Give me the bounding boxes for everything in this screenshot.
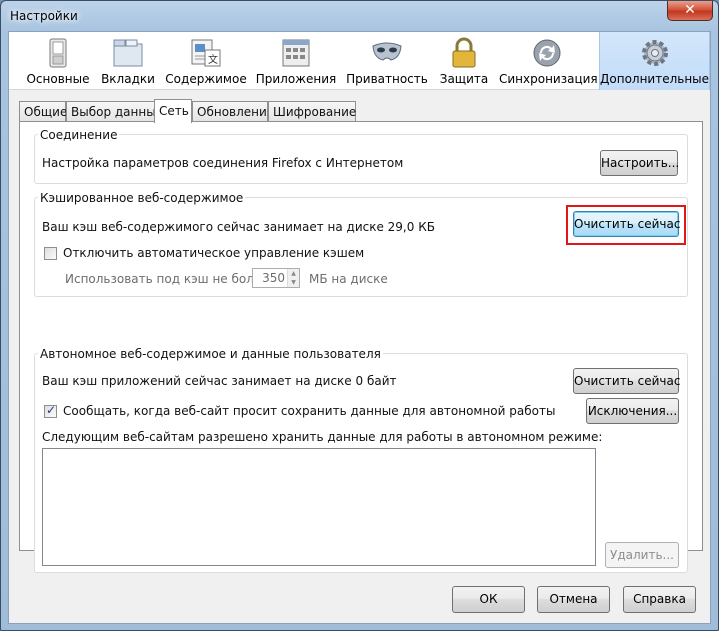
- sync-icon: [533, 39, 561, 67]
- cancel-button[interactable]: Отмена: [537, 586, 610, 613]
- pane-tabs[interactable]: Вкладки: [97, 32, 159, 90]
- cache-limit-suffix: МБ на диске: [309, 272, 388, 286]
- window-title: Настройки: [10, 9, 78, 23]
- pane-security[interactable]: Защита: [435, 32, 493, 90]
- cache-usage-text: Ваш кэш веб-содержимого сейчас занимает …: [42, 220, 435, 234]
- pane-content[interactable]: 文 Содержимое: [165, 32, 247, 90]
- connection-group-label: Соединение: [38, 128, 120, 142]
- pane-privacy-label: Приватность: [346, 72, 428, 86]
- tab-network[interactable]: Сеть: [154, 99, 192, 123]
- cache-override-label: Отключить автоматическое управление кэше…: [63, 246, 365, 260]
- pane-sync[interactable]: Синхронизация: [499, 32, 598, 90]
- checkmark-icon: ✓: [46, 403, 57, 417]
- offline-exceptions-button[interactable]: Исключения...: [586, 398, 679, 424]
- pane-applications-label: Приложения: [255, 72, 337, 86]
- switch-icon: [49, 38, 67, 68]
- close-button[interactable]: ✕: [667, 1, 713, 21]
- cache-group-label: Кэшированное веб-содержимое: [38, 191, 246, 205]
- tab-updates[interactable]: Обновления: [192, 101, 274, 122]
- dialog-client-area: Основные Вкладки 文 Содержимое Приложения…: [8, 31, 711, 624]
- settings-window: Настройки ✕ Основные Вкладки 文 Содержимо…: [0, 0, 719, 631]
- offline-group-label: Автономное веб-содержимое и данные польз…: [38, 347, 383, 361]
- pane-applications[interactable]: Приложения: [254, 32, 338, 90]
- svg-text:文: 文: [208, 53, 218, 66]
- offline-usage-text: Ваш кэш приложений сейчас занимает на ди…: [42, 374, 397, 388]
- pane-tabs-label: Вкладки: [101, 72, 155, 86]
- network-tab-panel: Соединение Настройка параметров соединен…: [19, 121, 703, 573]
- cache-clear-now-button[interactable]: Очистить сейчас: [573, 211, 680, 237]
- pane-content-label: Содержимое: [165, 72, 247, 86]
- tab-data-choices[interactable]: Выбор данных: [66, 101, 163, 122]
- applications-icon: [282, 39, 310, 67]
- tabs-icon: [113, 39, 143, 67]
- content-icon: 文: [191, 39, 221, 67]
- padlock-icon: [452, 37, 476, 68]
- title-bar[interactable]: Настройки ✕: [1, 1, 718, 31]
- tab-general[interactable]: Общие: [19, 101, 67, 122]
- pane-toolbar: Основные Вкладки 文 Содержимое Приложения…: [9, 32, 710, 90]
- offline-list-label: Следующим веб-сайтам разрешено хранить д…: [42, 430, 603, 444]
- offline-notify-checkbox[interactable]: ✓: [44, 403, 57, 418]
- mask-icon: [372, 42, 402, 61]
- pane-general[interactable]: Основные: [21, 32, 95, 90]
- connection-description: Настройка параметров соединения Firefox …: [42, 156, 404, 170]
- pane-advanced[interactable]: Дополнительные: [599, 32, 710, 90]
- offline-remove-button: Удалить...: [605, 542, 679, 568]
- cache-override-checkbox[interactable]: [44, 247, 57, 260]
- tab-encryption[interactable]: Шифрование: [268, 101, 356, 122]
- help-button[interactable]: Справка: [623, 586, 696, 613]
- ok-button[interactable]: ОК: [452, 586, 525, 613]
- offline-notify-label: Сообщать, когда веб-сайт просит сохранит…: [63, 404, 556, 418]
- connection-settings-button[interactable]: Настроить...: [600, 150, 679, 176]
- gear-icon: [641, 40, 668, 66]
- pane-security-label: Защита: [439, 72, 489, 86]
- cache-size-value: 350: [262, 271, 285, 285]
- pane-privacy[interactable]: Приватность: [345, 32, 429, 90]
- spinner-arrows-icon[interactable]: ▲ ▼: [287, 269, 299, 287]
- offline-clear-now-button[interactable]: Очистить сейчас: [573, 368, 680, 394]
- offline-sites-list[interactable]: [42, 448, 596, 566]
- pane-advanced-label: Дополнительные: [600, 72, 710, 86]
- cache-limit-prefix: Использовать под кэш не более: [65, 272, 269, 286]
- cache-size-spinner[interactable]: 350 ▲ ▼: [252, 268, 300, 288]
- pane-sync-label: Синхронизация: [499, 72, 598, 86]
- pane-general-label: Основные: [26, 72, 90, 86]
